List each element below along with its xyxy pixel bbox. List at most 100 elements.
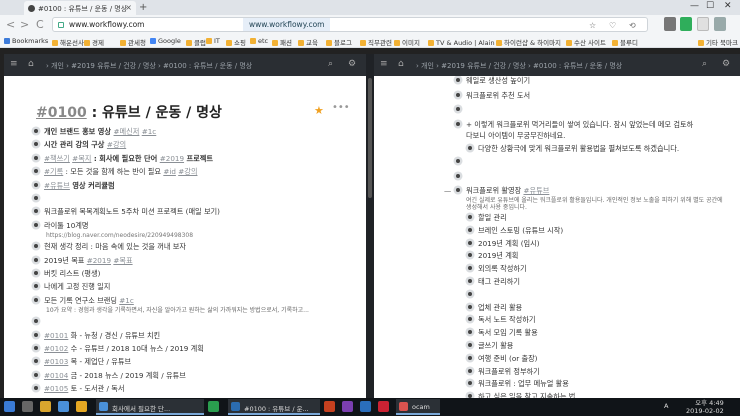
title-tag[interactable]: #0100: [36, 105, 87, 121]
list-item[interactable]: 모든 기록 연구소 브랜딩 #1c: [34, 296, 134, 306]
bullet-icon[interactable]: [34, 271, 38, 275]
address-bar[interactable]: www.workflowy.com www.workflowy.com ☆ ♡ …: [52, 17, 648, 32]
bookmark-item[interactable]: 관세청: [120, 37, 146, 47]
list-item[interactable]: 여행 준비 (or 출장): [468, 354, 538, 364]
list-item[interactable]: 라이툴 10계명: [34, 221, 89, 231]
tag-link[interactable]: #강의: [178, 167, 197, 176]
list-item[interactable]: 독서 노트 작성하기: [468, 315, 535, 325]
bullet-icon[interactable]: [468, 253, 472, 258]
list-item[interactable]: 브레인 스토밍 (유튜브 시작): [468, 226, 563, 236]
settings-gear-icon[interactable]: ⚙: [348, 59, 356, 69]
profile-icon[interactable]: [714, 17, 726, 31]
list-item[interactable]: #책쓰기 #목지 : 회사에 필요한 단어 #2019 프로젝트: [34, 154, 213, 164]
list-item[interactable]: 현재 생각 정리 : 마음 속에 있는 것을 꺼내 보자: [34, 242, 186, 252]
translate-icon[interactable]: ⟲: [629, 21, 636, 30]
windows-start-icon[interactable]: [4, 401, 15, 412]
left-scrollbar[interactable]: [368, 78, 372, 198]
extension-icon[interactable]: [697, 17, 709, 31]
tag-link[interactable]: #0101: [44, 331, 68, 340]
tag-link[interactable]: #유튜브: [44, 181, 70, 190]
more-options-icon[interactable]: •••: [332, 102, 350, 113]
file-explorer-icon[interactable]: [40, 401, 51, 412]
bookmark-item[interactable]: 직무관련: [360, 37, 392, 47]
task-view-icon[interactable]: [22, 401, 33, 412]
bullet-icon[interactable]: [468, 215, 472, 219]
bullet-icon[interactable]: [34, 196, 38, 200]
list-item[interactable]: 외의록 작성하기: [468, 264, 527, 274]
list-item[interactable]: 버킷 리스트 (평생): [34, 269, 100, 279]
list-item[interactable]: 2019년 목표 #2019 #목표: [34, 256, 133, 266]
list-item[interactable]: [34, 194, 44, 204]
bullet-icon[interactable]: [468, 266, 472, 271]
collapse-icon[interactable]: —: [444, 186, 451, 196]
bullet-icon[interactable]: [34, 129, 38, 133]
list-item[interactable]: 웨일로 생산성 높이기: [456, 76, 530, 86]
bullet-icon[interactable]: [468, 355, 472, 360]
tag-link[interactable]: #2019: [87, 256, 111, 265]
list-item[interactable]: #0104 금 - 2018 뉴스 / 2019 계획 / 유튜브: [34, 371, 186, 381]
bullet-icon[interactable]: [468, 227, 472, 232]
bullet-icon[interactable]: [34, 257, 38, 262]
bullet-icon[interactable]: [468, 381, 472, 386]
tag-link[interactable]: #0104: [44, 371, 68, 380]
excel-icon[interactable]: [208, 401, 219, 412]
list-item[interactable]: #0101 화 - 뉴청 / 경신 / 유튜브 치킨: [34, 331, 160, 341]
list-item[interactable]: 워크플로위 목목계획노트 5주차 미션 프로젝트 (매일 보기): [34, 207, 220, 217]
list-item[interactable]: #기록 : 모든 것을 함께 하는 반이 필요 #id #강의: [34, 167, 197, 177]
search-icon[interactable]: ⌕: [702, 59, 707, 69]
breadcrumb-item[interactable]: #0100 : 유튜브 / 운동 / 명상: [163, 62, 252, 70]
bullet-icon[interactable]: [34, 372, 38, 377]
reload-icon[interactable]: C: [36, 18, 44, 31]
menu-icon[interactable]: ≡: [380, 59, 388, 69]
list-item[interactable]: 워크플로위 : 업무 메뉴얼 활용: [468, 379, 569, 389]
tag-link[interactable]: #강의: [107, 140, 126, 149]
list-item[interactable]: 할일 관리: [468, 213, 507, 223]
list-item[interactable]: 개인 브랜드 홍보 영상 #메신저 #1c: [34, 127, 156, 137]
onenote-icon[interactable]: [342, 401, 353, 412]
taskbar-app[interactable]: ocam: [396, 399, 440, 415]
bullet-icon[interactable]: [456, 188, 460, 193]
bullet-icon[interactable]: [34, 386, 38, 391]
tag-link[interactable]: #목지: [72, 154, 91, 163]
bullet-icon[interactable]: [456, 121, 460, 126]
bookmark-item[interactable]: 하이런샵 & 하이마지: [496, 37, 561, 47]
bullet-icon[interactable]: [468, 330, 472, 335]
bookmark-item[interactable]: 교육: [298, 37, 318, 47]
bookmark-item[interactable]: 이미지: [394, 37, 420, 47]
bookmark-star-icon[interactable]: ☆: [589, 21, 596, 30]
bullet-icon[interactable]: [456, 159, 460, 164]
list-item[interactable]: #0102 수 - 유튜브 / 2018 10대 뉴스 / 2019 계획: [34, 344, 204, 354]
close-window-button[interactable]: ✕: [724, 1, 732, 11]
bookmark-item[interactable]: 패션: [272, 37, 292, 47]
bullet-icon[interactable]: [456, 78, 460, 82]
list-item[interactable]: [34, 317, 44, 327]
camera-extension-icon[interactable]: [664, 17, 676, 31]
maximize-button[interactable]: ☐: [706, 1, 714, 11]
bullet-icon[interactable]: [468, 279, 472, 283]
bullet-icon[interactable]: [468, 343, 472, 347]
bullet-icon[interactable]: [34, 142, 38, 147]
list-item[interactable]: #유튜브 영상 커리큘럼: [34, 181, 115, 191]
list-item[interactable]: 2019년 계획: [468, 251, 518, 261]
bullet-icon[interactable]: [34, 244, 38, 249]
list-item[interactable]: 태그 관리하기: [468, 277, 520, 287]
list-item[interactable]: [456, 172, 466, 182]
bookmark-item[interactable]: etc: [250, 37, 268, 45]
word-icon[interactable]: [360, 401, 371, 412]
bullet-icon[interactable]: [468, 291, 472, 296]
list-item[interactable]: 2019년 계획 (임시): [468, 239, 540, 249]
system-clock[interactable]: 오후 4:49 2019-02-02: [686, 399, 724, 415]
search-icon[interactable]: ⌕: [328, 59, 333, 69]
breadcrumb-item[interactable]: 개인: [421, 62, 434, 70]
star-icon[interactable]: ★: [314, 104, 324, 117]
bookmark-item[interactable]: Google: [150, 37, 181, 45]
bullet-icon[interactable]: [34, 346, 38, 350]
list-item[interactable]: #0103 목 - 제업단 / 유튜브: [34, 357, 131, 367]
browser-icon[interactable]: [58, 401, 69, 412]
bullet-icon[interactable]: [468, 146, 472, 151]
bookmark-item[interactable]: 클럽: [186, 37, 206, 47]
back-icon[interactable]: <: [6, 18, 15, 31]
bullet-icon[interactable]: [34, 359, 38, 364]
list-item[interactable]: 다양한 상황극에 맞게 워크플로위 활용법을 펼쳐보도록 하겠습니다.: [468, 144, 679, 154]
home-icon[interactable]: ⌂: [28, 59, 34, 69]
